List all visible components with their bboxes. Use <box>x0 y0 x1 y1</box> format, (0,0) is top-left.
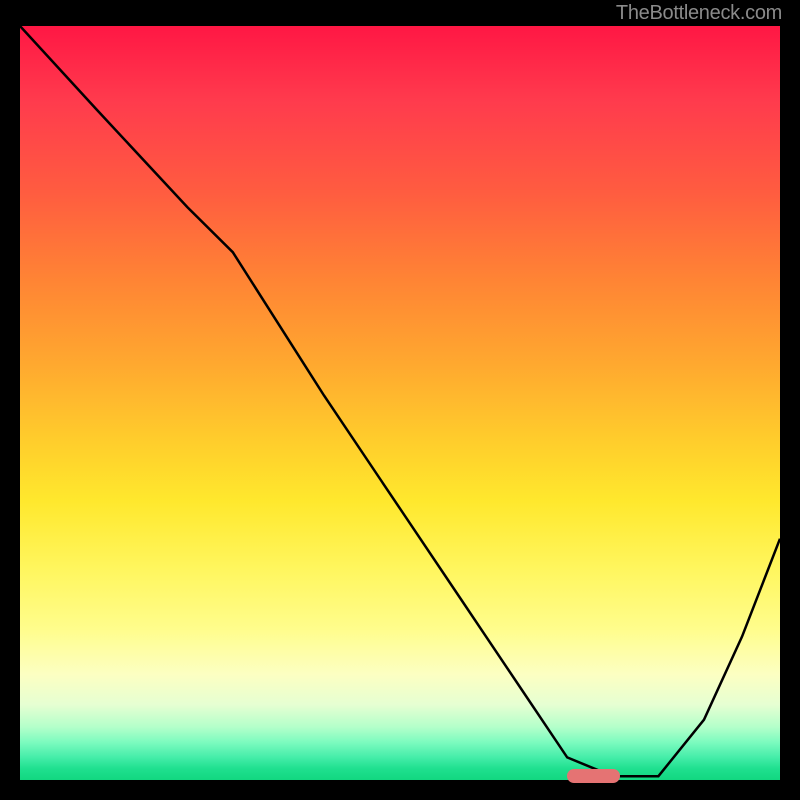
optimum-range-marker <box>567 769 620 783</box>
curve-path <box>20 26 780 776</box>
bottleneck-chart: TheBottleneck.com <box>0 0 800 800</box>
bottleneck-curve <box>20 26 780 780</box>
plot-area <box>20 26 780 780</box>
attribution-text: TheBottleneck.com <box>616 2 782 25</box>
